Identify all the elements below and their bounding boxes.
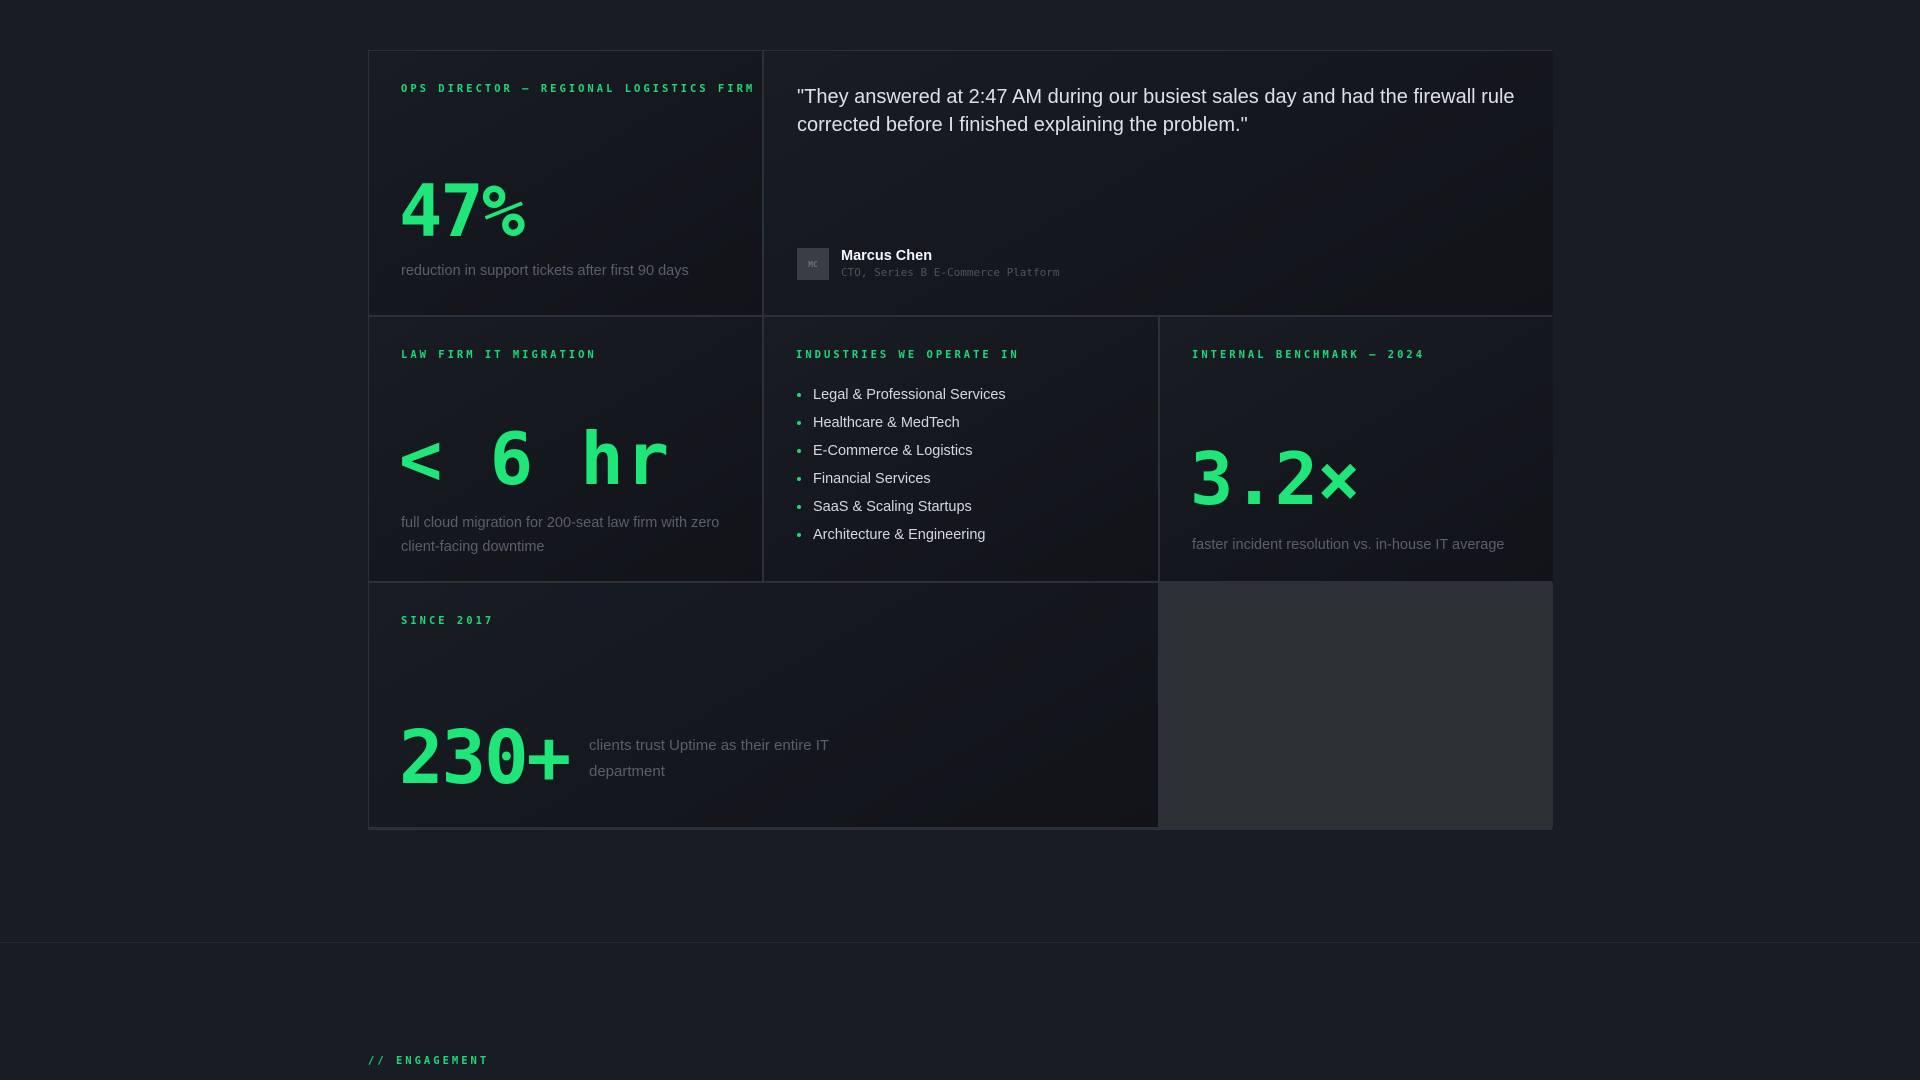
- stat-value: 47%: [399, 169, 525, 253]
- industry-label: Legal & Professional Services: [813, 387, 1006, 403]
- industry-label: SaaS & Scaling Startups: [813, 499, 972, 515]
- card-kicker: INTERNAL BENCHMARK — 2024: [1192, 349, 1426, 361]
- industry-label: E-Commerce & Logistics: [813, 443, 973, 459]
- stat-value: < 6 hr: [399, 417, 672, 501]
- card-kicker: LAW FIRM IT MIGRATION: [401, 349, 597, 361]
- list-item: Architecture & Engineering: [797, 521, 1006, 549]
- bullet-dot-icon: [797, 393, 801, 397]
- section-label: // ENGAGEMENT: [368, 1055, 490, 1067]
- stat-card-clients: SINCE 2017 230+ clients trust Uptime as …: [369, 583, 1158, 827]
- section-divider: [0, 942, 1920, 943]
- list-item: Financial Services: [797, 465, 1006, 493]
- avatar: MC: [797, 248, 829, 280]
- stat-description: clients trust Uptime as their entire IT …: [589, 737, 829, 780]
- industry-label: Healthcare & MedTech: [813, 415, 960, 431]
- bullet-dot-icon: [797, 505, 801, 509]
- bullet-dot-icon: [797, 421, 801, 425]
- card-kicker: SINCE 2017: [401, 615, 495, 627]
- stat-description: faster incident resolution vs. in-house …: [1192, 537, 1505, 553]
- author-info: Marcus Chen CTO, Series B E-Commerce Pla…: [841, 247, 1060, 281]
- results-bento-grid: OPS DIRECTOR — REGIONAL LOGISTICS FIRM 4…: [368, 50, 1553, 830]
- card-kicker: INDUSTRIES WE OPERATE IN: [796, 349, 1020, 361]
- author-name: Marcus Chen: [841, 248, 933, 264]
- placeholder-panel: [1160, 583, 1553, 827]
- bullet-dot-icon: [797, 477, 801, 481]
- stat-value: 230+: [399, 715, 571, 801]
- stat-description: reduction in support tickets after first…: [401, 263, 689, 279]
- bullet-dot-icon: [797, 533, 801, 537]
- stat-card-migration: LAW FIRM IT MIGRATION < 6 hr full cloud …: [369, 317, 762, 581]
- industry-label: Financial Services: [813, 471, 931, 487]
- stat-card-ticket-reduction: OPS DIRECTOR — REGIONAL LOGISTICS FIRM 4…: [369, 51, 762, 315]
- testimonial-quote: "They answered at 2:47 AM during our bus…: [797, 86, 1515, 136]
- testimonial-author: MC Marcus Chen CTO, Series B E-Commerce …: [797, 247, 1060, 281]
- industries-list: Legal & Professional Services Healthcare…: [797, 381, 1006, 549]
- stat-value: 3.2×: [1190, 437, 1360, 521]
- card-kicker: OPS DIRECTOR — REGIONAL LOGISTICS FIRM: [401, 83, 756, 95]
- stat-card-benchmark: INTERNAL BENCHMARK — 2024 3.2× faster in…: [1160, 317, 1553, 581]
- stat-description: full cloud migration for 200-seat law fi…: [401, 515, 720, 555]
- list-item: E-Commerce & Logistics: [797, 437, 1006, 465]
- list-item: Healthcare & MedTech: [797, 409, 1006, 437]
- industry-label: Architecture & Engineering: [813, 527, 986, 543]
- bullet-dot-icon: [797, 449, 801, 453]
- list-item: SaaS & Scaling Startups: [797, 493, 1006, 521]
- testimonial-card: "They answered at 2:47 AM during our bus…: [764, 51, 1553, 315]
- list-item: Legal & Professional Services: [797, 381, 1006, 409]
- industries-card: INDUSTRIES WE OPERATE IN Legal & Profess…: [764, 317, 1158, 581]
- author-role: CTO, Series B E-Commerce Platform: [841, 266, 1060, 279]
